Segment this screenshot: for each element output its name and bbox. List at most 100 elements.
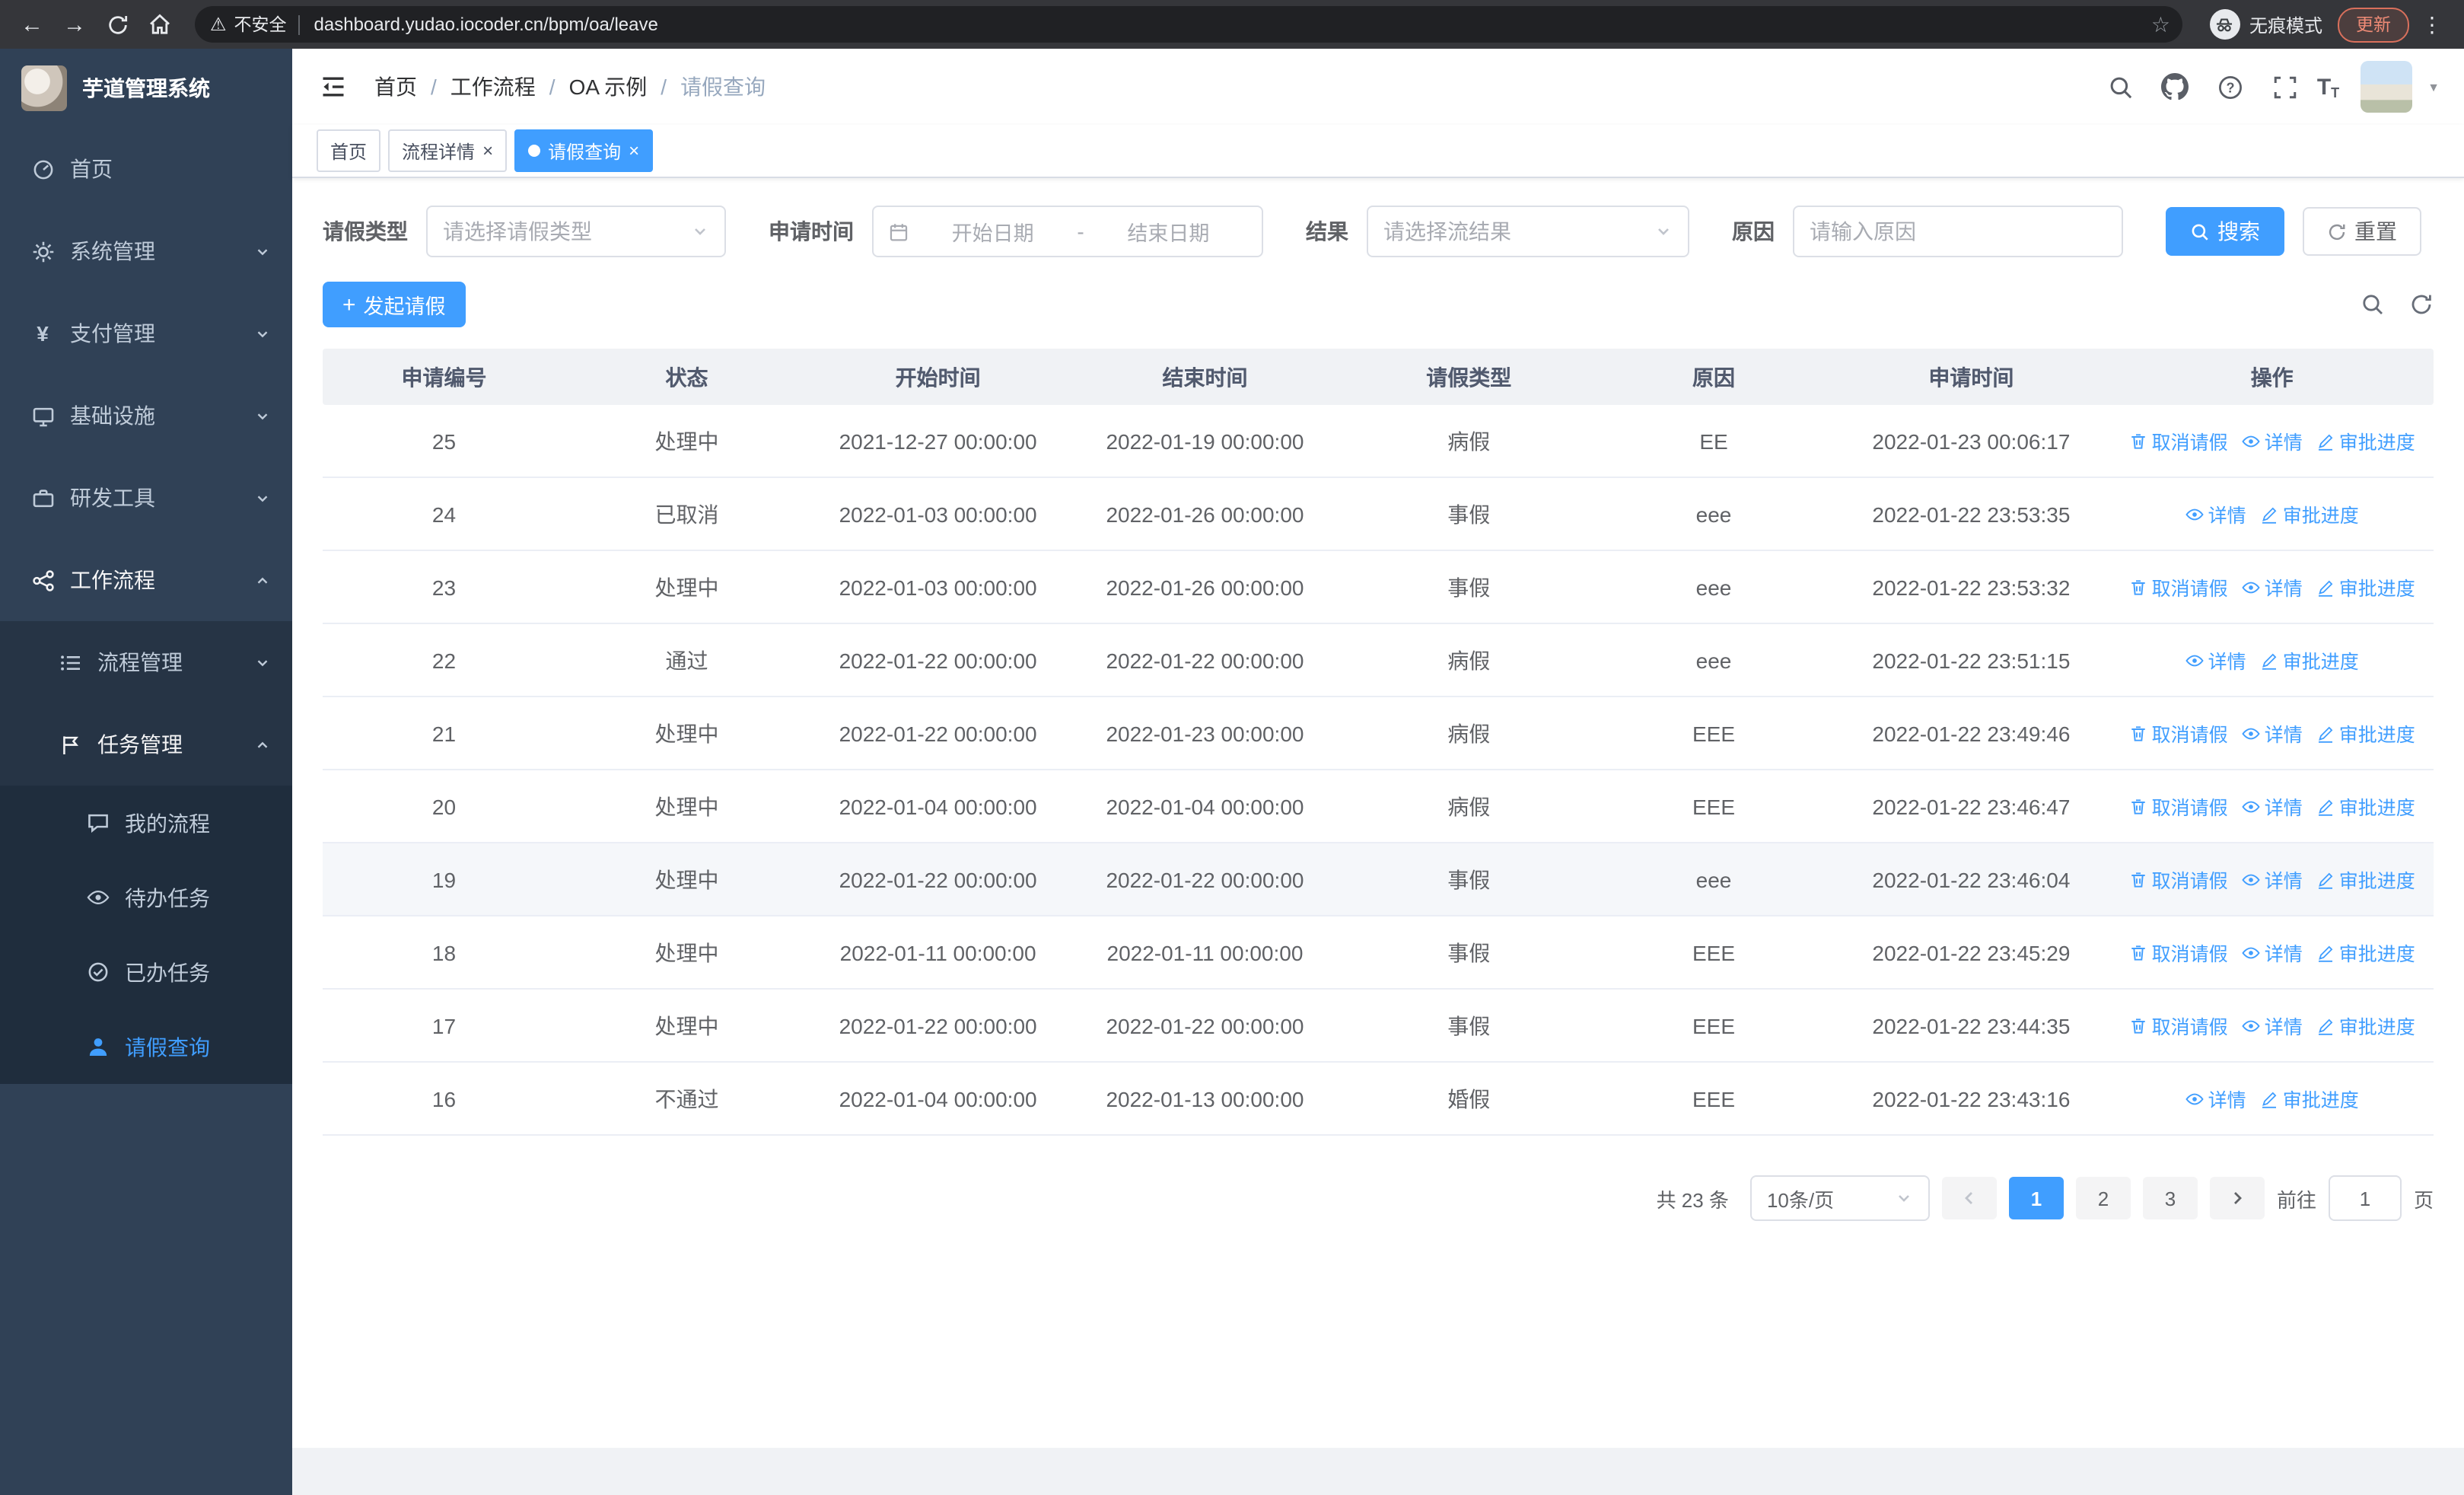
page-size-select[interactable]: 10条/页 xyxy=(1749,1175,1930,1221)
sidebar-item-task-management[interactable]: 任务管理 xyxy=(0,703,292,786)
approval-progress-link[interactable]: 审批进度 xyxy=(2316,1011,2415,1040)
avatar-caret-icon[interactable]: ▼ xyxy=(2427,80,2440,94)
home-button[interactable] xyxy=(140,5,180,44)
approval-progress-link[interactable]: 审批进度 xyxy=(2316,719,2415,748)
cell-actions: 取消请假 详情 审批进度 xyxy=(2111,792,2434,821)
breadcrumb-workflow[interactable]: 工作流程 xyxy=(450,72,536,102)
back-button[interactable]: ← xyxy=(12,5,52,44)
action-label: 审批进度 xyxy=(2338,579,2415,600)
sidebar-item-workflow[interactable]: 工作流程 xyxy=(0,539,292,621)
cancel-leave-link[interactable]: 取消请假 xyxy=(2129,865,2228,894)
sidebar-collapse-icon[interactable] xyxy=(317,70,350,104)
page-suffix: 页 xyxy=(2413,1188,2434,1211)
reason-input[interactable]: 请输入原因 xyxy=(1793,206,2123,257)
page-button-1[interactable]: 1 xyxy=(2008,1177,2064,1219)
column-header: 申请编号 xyxy=(401,365,487,389)
detail-link[interactable]: 详情 xyxy=(2241,719,2303,748)
approval-progress-link[interactable]: 审批进度 xyxy=(2260,645,2359,674)
font-size-icon[interactable]: TT xyxy=(2317,74,2339,100)
approval-progress-link[interactable]: 审批进度 xyxy=(2316,865,2415,894)
cell-apply-id: 22 xyxy=(431,648,457,672)
detail-link[interactable]: 详情 xyxy=(2241,938,2303,967)
toggle-search-icon[interactable] xyxy=(2361,292,2385,317)
sidebar-item-payment[interactable]: ¥ 支付管理 xyxy=(0,292,292,375)
gear-icon xyxy=(30,239,55,263)
github-icon[interactable] xyxy=(2153,64,2198,110)
cell-apply-time: 2022-01-22 23:46:04 xyxy=(1872,867,2071,891)
sidebar-item-todo-tasks[interactable]: 待办任务 xyxy=(0,860,292,935)
action-label: 详情 xyxy=(2264,944,2303,965)
browser-menu-button[interactable]: ⋮ xyxy=(2412,5,2452,44)
cell-apply-id: 18 xyxy=(431,940,457,964)
apply-time-range-picker[interactable]: 开始日期 - 结束日期 xyxy=(872,206,1263,257)
approval-progress-link[interactable]: 审批进度 xyxy=(2260,499,2359,528)
detail-link[interactable]: 详情 xyxy=(2241,426,2303,455)
approval-progress-link[interactable]: 审批进度 xyxy=(2316,792,2415,821)
leave-type-select[interactable]: 请选择请假类型 xyxy=(426,206,726,257)
sidebar-item-label: 系统管理 xyxy=(70,239,155,263)
detail-link[interactable]: 详情 xyxy=(2185,1084,2246,1113)
cancel-leave-link[interactable]: 取消请假 xyxy=(2129,719,2228,748)
create-leave-button[interactable]: + 发起请假 xyxy=(323,282,466,327)
plus-icon: + xyxy=(342,292,356,317)
breadcrumb-home[interactable]: 首页 xyxy=(374,72,417,102)
page-button-2[interactable]: 2 xyxy=(2075,1177,2131,1219)
column-header: 申请时间 xyxy=(1928,365,2014,389)
detail-link[interactable]: 详情 xyxy=(2241,865,2303,894)
tab-home[interactable]: 首页 xyxy=(317,129,381,172)
tab-close-icon[interactable]: × xyxy=(482,142,493,160)
user-avatar[interactable] xyxy=(2361,61,2413,113)
detail-link[interactable]: 详情 xyxy=(2241,1011,2303,1040)
sidebar-item-dev-tools[interactable]: 研发工具 xyxy=(0,457,292,539)
action-label: 审批进度 xyxy=(2338,1017,2415,1038)
breadcrumb-oa-example[interactable]: OA 示例 xyxy=(569,72,648,102)
sidebar-item-process-management[interactable]: 流程管理 xyxy=(0,621,292,703)
sidebar-item-infrastructure[interactable]: 基础设施 xyxy=(0,375,292,457)
tab-process-detail[interactable]: 流程详情 × xyxy=(388,129,508,172)
sidebar-item-home[interactable]: 首页 xyxy=(0,128,292,210)
approval-progress-link[interactable]: 审批进度 xyxy=(2316,426,2415,455)
approval-progress-link[interactable]: 审批进度 xyxy=(2260,1084,2359,1113)
forward-button[interactable]: → xyxy=(55,5,94,44)
filter-apply-time: 申请时间 开始日期 - 结束日期 xyxy=(769,206,1263,257)
address-bar[interactable]: ⚠ 不安全 dashboard.yudao.iocoder.cn/bpm/oa/… xyxy=(195,6,2182,43)
refresh-table-icon[interactable] xyxy=(2409,292,2434,317)
bookmark-star-icon[interactable]: ☆ xyxy=(2151,11,2170,37)
sidebar-item-done-tasks[interactable]: 已办任务 xyxy=(0,935,292,1009)
detail-link[interactable]: 详情 xyxy=(2241,572,2303,601)
detail-link[interactable]: 详情 xyxy=(2185,645,2246,674)
search-button[interactable]: 搜索 xyxy=(2166,207,2284,256)
approval-progress-link[interactable]: 审批进度 xyxy=(2316,938,2415,967)
search-icon[interactable] xyxy=(2098,64,2144,110)
detail-link[interactable]: 详情 xyxy=(2185,499,2246,528)
eye-icon xyxy=(2241,800,2260,812)
cancel-leave-link[interactable]: 取消请假 xyxy=(2129,1011,2228,1040)
result-select[interactable]: 请选择流结果 xyxy=(1367,206,1689,257)
cell-actions: 详情 审批进度 xyxy=(2111,499,2434,528)
help-icon[interactable]: ? xyxy=(2208,64,2253,110)
cancel-leave-link[interactable]: 取消请假 xyxy=(2129,792,2228,821)
next-page-button[interactable] xyxy=(2209,1177,2265,1219)
detail-link[interactable]: 详情 xyxy=(2241,792,2303,821)
reset-button[interactable]: 重置 xyxy=(2303,207,2421,256)
prev-page-button[interactable] xyxy=(1941,1177,1997,1219)
tags-view: 首页 流程详情 × 请假查询 × xyxy=(292,125,2464,178)
logo[interactable]: 芋道管理系统 xyxy=(0,49,292,128)
cancel-leave-link[interactable]: 取消请假 xyxy=(2129,938,2228,967)
sidebar-item-leave-query[interactable]: 请假查询 xyxy=(0,1009,292,1084)
page-button-3[interactable]: 3 xyxy=(2142,1177,2198,1219)
sidebar-item-system[interactable]: 系统管理 xyxy=(0,210,292,292)
fullscreen-icon[interactable] xyxy=(2262,64,2308,110)
goto-page-input[interactable] xyxy=(2328,1175,2402,1221)
sidebar-item-my-processes[interactable]: 我的流程 xyxy=(0,786,292,860)
cancel-leave-link[interactable]: 取消请假 xyxy=(2129,426,2228,455)
cell-leave-type: 事假 xyxy=(1447,940,1491,964)
action-label: 审批进度 xyxy=(2338,432,2415,454)
eye-icon xyxy=(2241,873,2260,885)
tab-close-icon[interactable]: × xyxy=(629,142,639,160)
approval-progress-link[interactable]: 审批进度 xyxy=(2316,572,2415,601)
cancel-leave-link[interactable]: 取消请假 xyxy=(2129,572,2228,601)
tab-leave-query[interactable]: 请假查询 × xyxy=(514,129,654,172)
reload-button[interactable] xyxy=(97,5,137,44)
update-button[interactable]: 更新 xyxy=(2338,7,2409,42)
